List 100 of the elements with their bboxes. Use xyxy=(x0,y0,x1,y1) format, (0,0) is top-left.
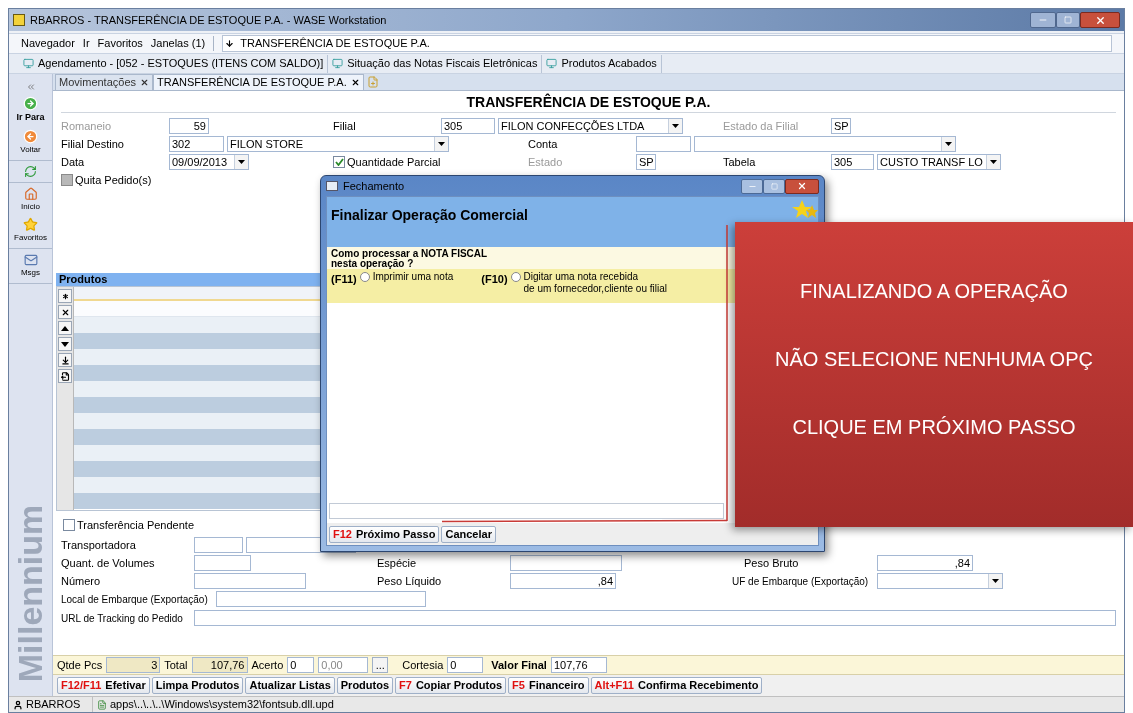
action-button[interactable]: Limpa Produtos xyxy=(151,677,244,694)
input-field[interactable]: 302 xyxy=(169,136,224,152)
mail-icon xyxy=(23,252,38,267)
question-text: Como processar a NOTA FISCAL nesta operação ? xyxy=(331,249,489,269)
maximize-icon xyxy=(1064,16,1072,24)
more-button[interactable]: ... xyxy=(372,657,389,673)
input-field[interactable]: 305 xyxy=(441,118,495,134)
input-field[interactable] xyxy=(510,555,622,571)
dialog-title: Fechamento xyxy=(343,178,405,194)
menu-item[interactable]: Ir xyxy=(82,35,90,52)
monitor-icon xyxy=(23,58,34,69)
checkbox-label: Quantidade Parcial xyxy=(347,154,441,170)
input-field[interactable]: 3 xyxy=(106,657,161,673)
close-button[interactable] xyxy=(785,178,819,194)
caret-icon xyxy=(945,142,952,146)
input-field[interactable]: 0 xyxy=(447,657,484,673)
menu-item[interactable]: Favoritos xyxy=(97,35,143,52)
sidebar-item[interactable]: Ir Para xyxy=(16,96,45,125)
window-icon xyxy=(326,181,338,191)
dropdown-field[interactable]: CUSTO TRANSF LO xyxy=(877,154,1001,170)
grid-tool-button[interactable] xyxy=(58,369,72,383)
triangle-up-icon xyxy=(61,325,69,331)
tab[interactable]: TRANSFERÊNCIA DE ESTOQUE P.A. xyxy=(153,74,364,90)
dropdown-field[interactable]: 09/09/2013 xyxy=(169,154,249,170)
input-field[interactable]: 0 xyxy=(287,657,315,673)
input-field[interactable] xyxy=(194,610,1116,626)
close-icon xyxy=(1094,14,1106,26)
input-field[interactable] xyxy=(329,503,724,519)
status-path: apps\..\..\..\Windows\system32\fontsub.dll.upd xyxy=(110,697,334,713)
action-button[interactable]: Produtos xyxy=(336,677,394,694)
checkbox[interactable] xyxy=(333,156,345,168)
field-label: Peso Líquido xyxy=(377,573,442,589)
dialog-heading: Finalizar Operação Comercial xyxy=(331,206,528,225)
action-button[interactable]: Alt+F11 Confirma Recebimento xyxy=(590,677,763,694)
dialog-button[interactable]: F12 Próximo Passo xyxy=(329,525,440,543)
field-label: UF de Embarque (Exportação) xyxy=(732,574,869,589)
star-icon xyxy=(23,216,38,232)
minimize-button[interactable] xyxy=(1030,12,1056,28)
stars-icon xyxy=(790,199,818,221)
grid-tool-button[interactable] xyxy=(58,337,72,351)
menu-item[interactable]: Navegador xyxy=(21,35,75,52)
grid-tool-button[interactable] xyxy=(58,353,72,367)
radio-button[interactable] xyxy=(510,272,521,282)
input-field[interactable] xyxy=(194,573,306,589)
field-label: Filial xyxy=(333,118,356,134)
action-button[interactable]: F12/F11 Efetivar xyxy=(57,677,150,694)
tab[interactable]: Movimentações xyxy=(55,74,154,90)
field-label: Estado xyxy=(528,154,563,170)
close-icon xyxy=(350,78,360,87)
input-field[interactable] xyxy=(194,555,251,571)
dropdown-field[interactable] xyxy=(694,136,956,152)
checkbox[interactable] xyxy=(63,519,75,531)
input-field[interactable] xyxy=(216,591,426,607)
sidebar-item[interactable]: Início xyxy=(20,186,41,213)
form-title: TRANSFERÊNCIA DE ESTOQUE P.A. xyxy=(466,92,711,112)
maximize-button[interactable] xyxy=(1056,12,1080,28)
dropdown-field[interactable]: FILON CONFECÇÕES LTDA xyxy=(498,118,683,134)
close-button[interactable] xyxy=(1080,12,1120,28)
menu-item[interactable]: Janelas (1) xyxy=(150,35,206,52)
input-field[interactable]: 107,76 xyxy=(550,657,607,673)
grid-tool-button[interactable] xyxy=(58,321,72,335)
caret-icon xyxy=(992,579,999,583)
input-field[interactable]: 107,76 xyxy=(191,657,248,673)
dropdown-field[interactable]: FILON STORE xyxy=(227,136,449,152)
grid-tool-button[interactable] xyxy=(58,289,72,303)
dialog-button[interactable]: Cancelar xyxy=(441,525,496,543)
arrow-left-icon xyxy=(23,128,38,144)
sidebar-item[interactable]: Msgs xyxy=(20,252,41,279)
action-button[interactable]: F5 Financeiro xyxy=(508,677,589,694)
home-icon xyxy=(23,186,38,201)
app-icon xyxy=(13,14,25,26)
bookmark-item[interactable]: Situação das Notas Fiscais Eletrônicas xyxy=(328,54,543,73)
action-button[interactable]: F7 Copiar Produtos xyxy=(395,677,507,694)
option-label: Imprimir uma nota xyxy=(372,271,454,283)
monitor-icon xyxy=(546,58,558,69)
sidebar-item[interactable] xyxy=(25,82,36,92)
dropdown-field[interactable] xyxy=(877,573,1003,589)
input-field[interactable]: 0,00 xyxy=(318,657,369,673)
caret-icon xyxy=(990,160,997,164)
sidebar-item[interactable]: Favoritos xyxy=(14,216,47,244)
maximize-button[interactable] xyxy=(763,178,785,194)
bookmark-item[interactable]: Produtos Acabados xyxy=(542,54,662,73)
caret-icon xyxy=(438,142,445,146)
key-hint: (F10) xyxy=(481,272,508,287)
minimize-button[interactable] xyxy=(741,178,763,194)
input-field[interactable] xyxy=(194,537,243,553)
action-button[interactable]: Atualizar Listas xyxy=(245,677,335,694)
sidebar-item[interactable]: Voltar xyxy=(20,128,41,156)
key-hint: (F11) xyxy=(331,272,357,287)
input-field[interactable]: 305 xyxy=(831,154,874,170)
input-field[interactable]: ,84 xyxy=(510,573,616,589)
input-field[interactable] xyxy=(636,136,691,152)
caret-icon xyxy=(672,124,679,128)
grid-tool-button[interactable] xyxy=(58,305,72,319)
input-field[interactable]: ,84 xyxy=(877,555,973,571)
radio-button[interactable] xyxy=(359,272,370,282)
address-field[interactable]: TRANSFERÊNCIA DE ESTOQUE P.A. xyxy=(222,35,1112,52)
bookmark-item[interactable]: Agendamento - [052 - ESTOQUES (ITENS COM SALDO)] xyxy=(19,54,329,73)
sidebar-item[interactable] xyxy=(24,164,37,178)
checkbox-label: Quita Pedido(s) xyxy=(75,172,152,188)
